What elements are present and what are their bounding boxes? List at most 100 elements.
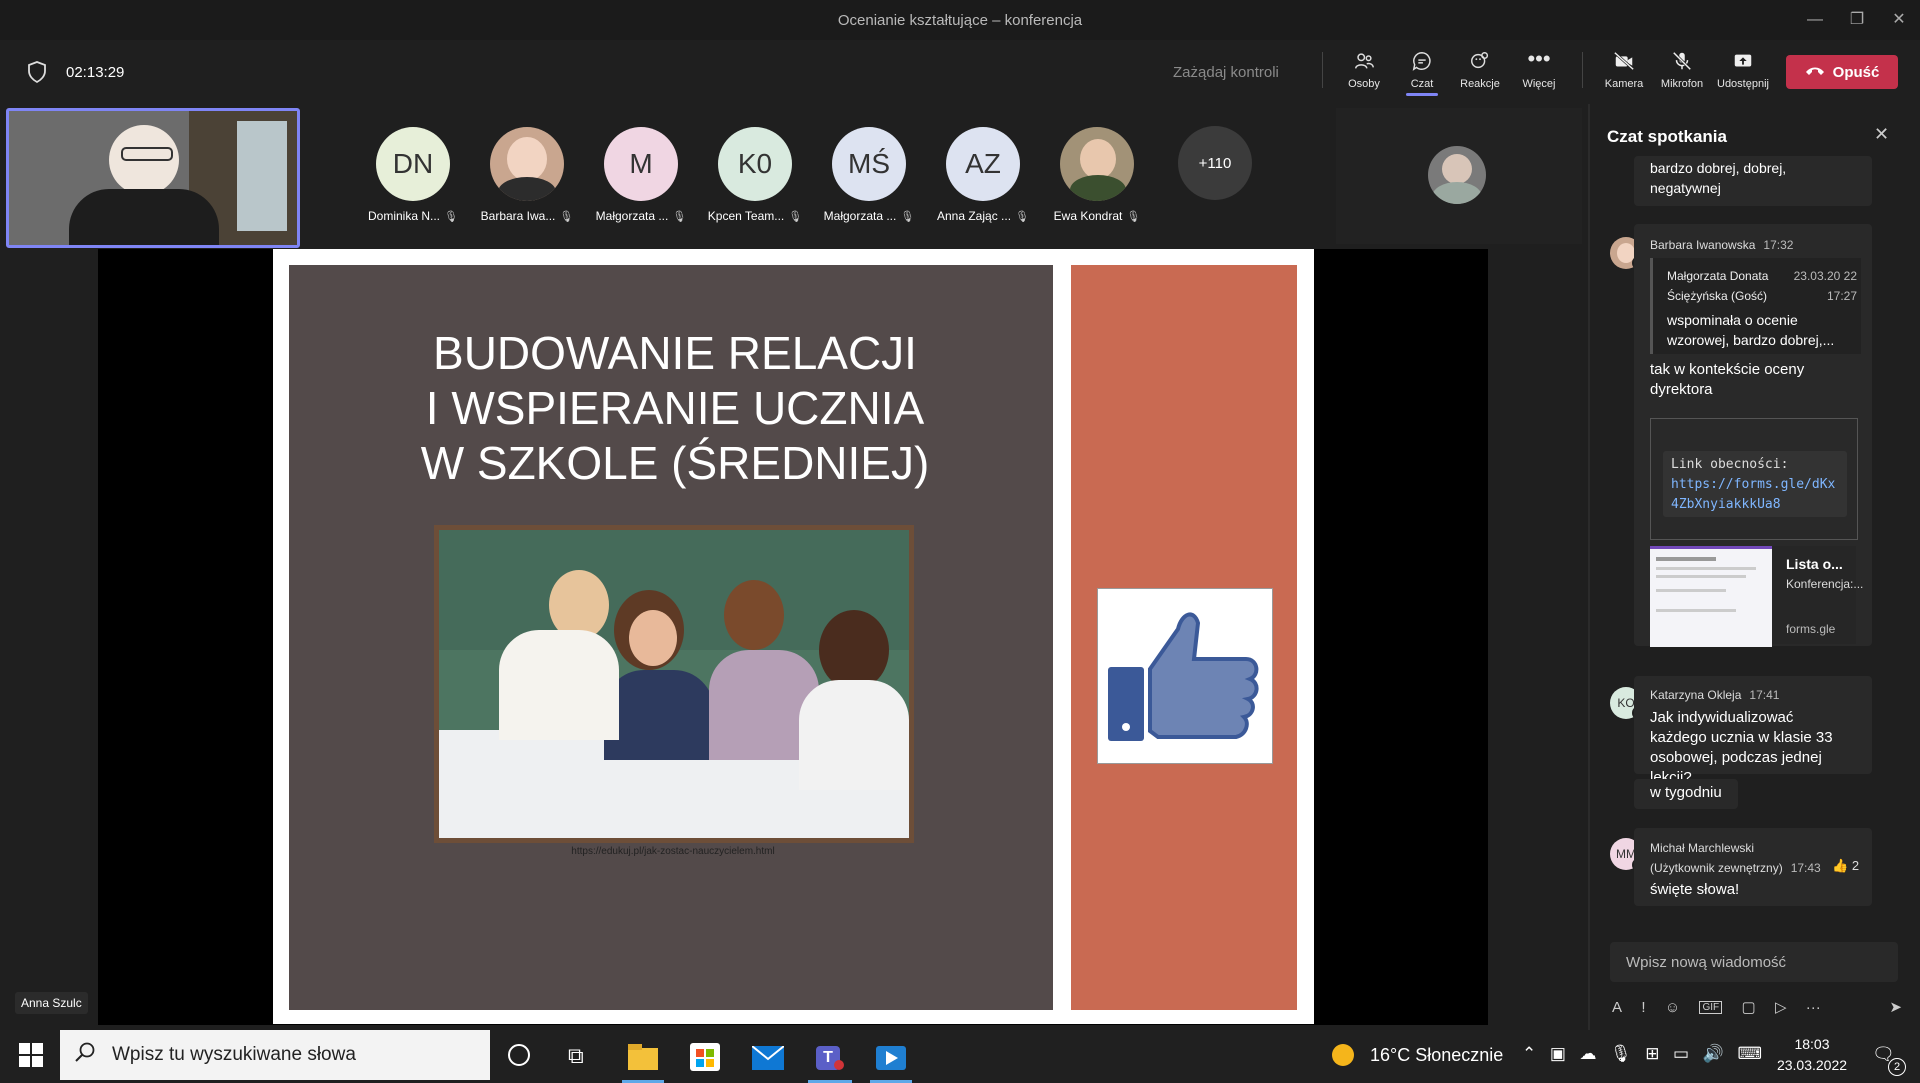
avatar: DN	[376, 127, 450, 201]
window-title: Ocenianie kształtujące – konferencja	[837, 12, 1083, 29]
camera-tray-icon[interactable]: ▣	[1550, 1044, 1566, 1064]
cortana-icon[interactable]	[508, 1044, 530, 1066]
send-icon[interactable]: ➤	[1889, 998, 1902, 1016]
emoji-icon[interactable]: ☺	[1665, 999, 1680, 1016]
minimize-icon[interactable]: —	[1800, 8, 1830, 32]
presenter-video[interactable]	[6, 108, 300, 248]
keyboard-icon[interactable]: ⌨	[1737, 1044, 1762, 1064]
weather-widget[interactable]: 16°C Słonecznie	[1370, 1045, 1503, 1066]
media-player-icon[interactable]	[870, 1040, 912, 1083]
format-icon[interactable]: A	[1612, 999, 1622, 1016]
participant-tile[interactable]: DN Dominika N... 🎙	[358, 124, 468, 225]
chat-message: bardzo dobrej, dobrej, negatywnej	[1634, 156, 1872, 206]
participant-tile[interactable]: Barbara Iwa... 🎙	[472, 124, 582, 225]
close-icon[interactable]: ✕	[1884, 8, 1914, 32]
compose-toolbar: A ! ☺ GIF ▢ ▷ ··· ➤	[1612, 992, 1902, 1022]
people-icon	[1336, 50, 1392, 74]
chat-message: Barbara Iwanowska 17:32 Małgorzata Donata…	[1634, 224, 1872, 647]
close-chat-icon[interactable]: ✕	[1874, 124, 1889, 145]
mail-icon[interactable]	[751, 1045, 785, 1070]
camera-button[interactable]: Kamera	[1596, 50, 1652, 90]
microsoft-store-icon[interactable]	[690, 1043, 720, 1071]
microphone-button[interactable]: Mikrofon	[1654, 50, 1710, 90]
camera-off-icon	[1596, 50, 1652, 74]
link-preview-card[interactable]: Lista o... Konferencja:... forms.gle	[1650, 546, 1863, 647]
restore-icon[interactable]: ❐	[1842, 8, 1872, 32]
quoted-message[interactable]: Małgorzata Donata Ściężyńska (Gość) 23.0…	[1650, 258, 1861, 354]
sun-weather-icon	[1332, 1044, 1354, 1066]
people-button[interactable]: Osoby	[1336, 50, 1392, 90]
participant-tile[interactable]: MŚ Małgorzata ... 🎙	[814, 124, 924, 225]
system-tray: ⌃ ▣ ☁ 🎙 ⊞ ▭ 🔊 ⌨	[1522, 1044, 1762, 1064]
search-icon	[74, 1041, 96, 1069]
panel-divider	[1588, 104, 1590, 1030]
attendance-link[interactable]: https://forms.gle/dKx4ZbXnyiakkkUa8	[1671, 475, 1839, 515]
thumbs-up-icon	[1097, 588, 1273, 764]
active-tab-indicator	[1406, 93, 1438, 96]
meet-now-icon[interactable]: ▷	[1775, 998, 1787, 1016]
request-control-button[interactable]: Zażądaj kontroli	[1173, 64, 1279, 81]
mic-muted-icon: 🎙	[444, 211, 458, 223]
phone-hangup-icon	[1805, 64, 1825, 81]
microphone-tray-icon[interactable]: 🎙	[1610, 1044, 1632, 1064]
sticker-icon[interactable]: ▢	[1741, 998, 1755, 1016]
participant-tile[interactable]: AZ Anna Zając ... 🎙	[928, 124, 1038, 225]
chat-message: Michał Marchlewski (Użytkownik zewnętrzn…	[1634, 828, 1872, 906]
avatar: K0	[718, 127, 792, 201]
reactions-button[interactable]: Reakcje	[1452, 50, 1508, 90]
leave-button[interactable]: Opuść	[1786, 55, 1898, 89]
title-bar: Ocenianie kształtujące – konferencja — ❐…	[0, 0, 1920, 40]
gif-icon[interactable]: GIF	[1699, 1000, 1723, 1014]
file-explorer-icon[interactable]	[622, 1040, 664, 1083]
participant-tile[interactable]: K0 Kpcen Team... 🎙	[700, 124, 810, 225]
shield-icon	[26, 60, 48, 89]
mic-muted-icon: 🎙	[900, 211, 915, 223]
battery-icon[interactable]: ▭	[1673, 1044, 1689, 1064]
presenter-name-label: Anna Szulc	[15, 992, 88, 1014]
mic-muted-icon: 🎙	[1126, 211, 1141, 223]
image-credit: https://edukuj.pl/jak-zostac-nauczyciele…	[571, 846, 775, 857]
mic-muted-icon: 🎙	[1015, 211, 1029, 223]
network-icon[interactable]: ⊞	[1645, 1044, 1659, 1064]
participant-tile[interactable]: M Małgorzata ... 🎙	[586, 124, 696, 225]
teams-icon[interactable]: T	[808, 1040, 852, 1083]
mic-muted-icon: 🎙	[559, 211, 574, 223]
avatar	[490, 127, 564, 201]
chat-button[interactable]: Czat	[1394, 50, 1450, 96]
avatar	[1060, 127, 1134, 201]
ellipsis-icon: •••	[1527, 46, 1551, 71]
message-input[interactable]: Wpisz nową wiadomość	[1610, 942, 1898, 982]
mic-muted-icon: 🎙	[788, 211, 803, 223]
more-participants-button[interactable]: +110	[1178, 126, 1252, 200]
self-view-tile[interactable]	[1336, 108, 1582, 244]
thumbs-up-reaction-icon: 👍	[1832, 858, 1849, 873]
notification-count-badge: 2	[1888, 1058, 1906, 1076]
more-options-icon[interactable]: ···	[1806, 999, 1821, 1016]
chat-message: w tygodniu	[1634, 779, 1738, 809]
share-button[interactable]: Udostępnij	[1715, 50, 1771, 90]
avatar: AZ	[946, 127, 1020, 201]
participant-tile[interactable]: Ewa Kondrat 🎙	[1042, 124, 1152, 225]
volume-icon[interactable]: 🔊	[1703, 1044, 1724, 1064]
taskbar-clock[interactable]: 18:03 23.03.2022	[1770, 1034, 1854, 1076]
slide-photo-students	[434, 525, 914, 843]
chat-panel-title: Czat spotkania	[1607, 127, 1727, 146]
mic-muted-icon: 🎙	[672, 211, 687, 223]
meeting-timer: 02:13:29	[66, 64, 125, 81]
task-view-icon[interactable]: ⧉	[568, 1043, 584, 1069]
share-screen-icon	[1715, 50, 1771, 74]
microphone-off-icon	[1654, 50, 1710, 74]
self-avatar	[1428, 146, 1486, 204]
chevron-up-icon[interactable]: ⌃	[1522, 1044, 1536, 1064]
onedrive-icon[interactable]: ☁	[1579, 1044, 1596, 1064]
more-button[interactable]: ••• Więcej	[1511, 46, 1567, 91]
toolbar-divider	[1322, 52, 1323, 88]
taskbar-search[interactable]: Wpisz tu wyszukiwane słowa	[60, 1030, 490, 1080]
code-block: Link obecności: https://forms.gle/dKx4Zb…	[1650, 418, 1858, 540]
reaction-hand-icon	[1452, 50, 1508, 74]
slide-title: BUDOWANIE RELACJI I WSPIERANIE UCZNIA W …	[420, 327, 930, 489]
windows-start-icon[interactable]	[19, 1043, 43, 1072]
like-reaction[interactable]: 👍 2	[1832, 858, 1859, 874]
priority-icon[interactable]: !	[1641, 999, 1645, 1016]
chat-message: Katarzyna Okleja 17:41 Jak indywidualizow…	[1634, 676, 1872, 786]
